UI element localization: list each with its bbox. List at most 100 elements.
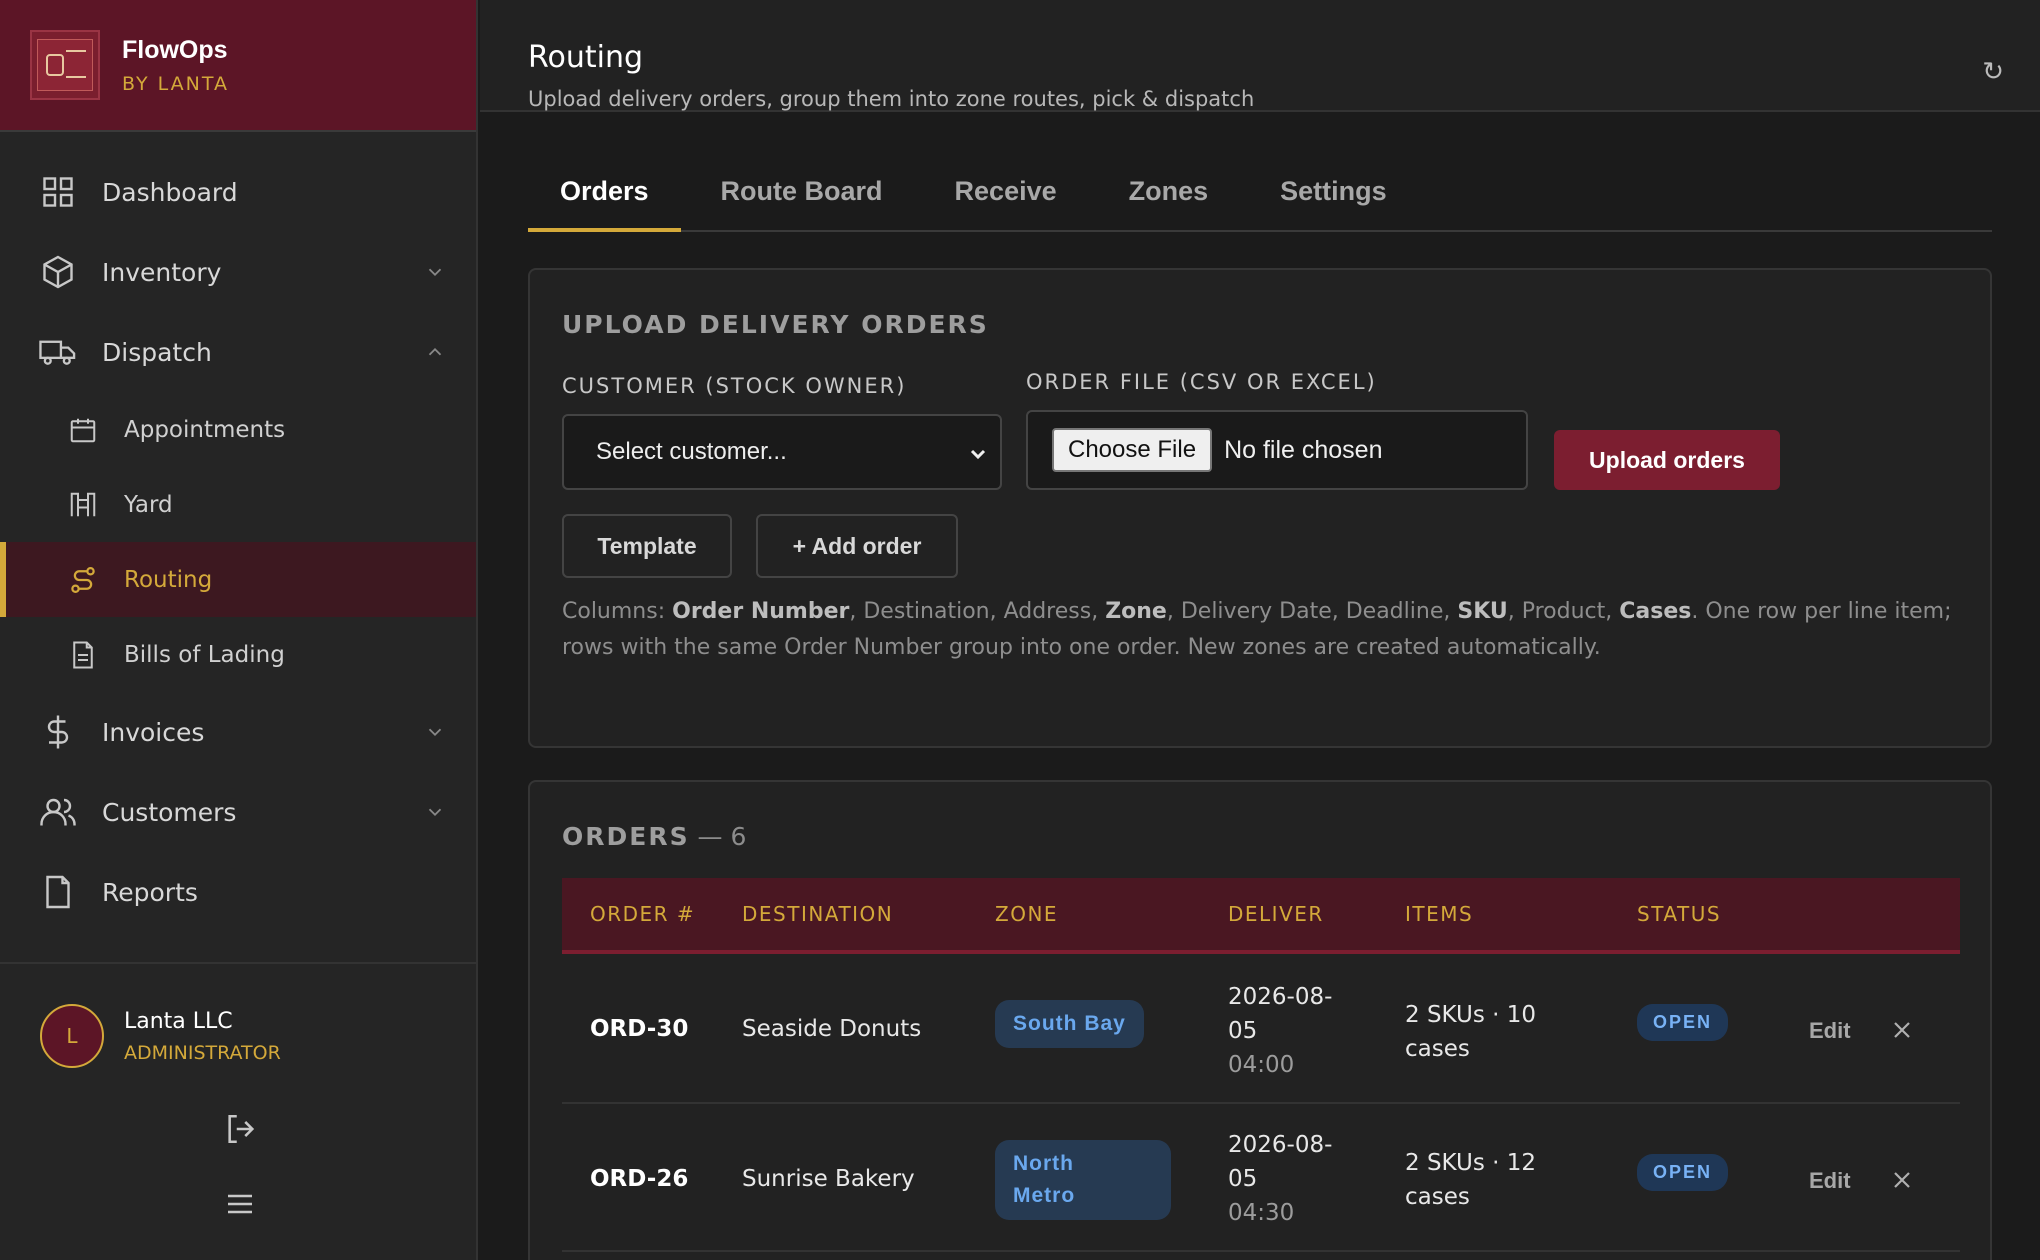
items-summary: 2 SKUs · 12 cases xyxy=(1405,1150,1537,1210)
status-badge: OPEN xyxy=(1637,1154,1729,1191)
refresh-icon[interactable]: ↻ xyxy=(1982,56,2004,87)
zone-badge: North Metro xyxy=(995,1140,1171,1220)
tab-orders[interactable]: Orders xyxy=(528,162,681,232)
tab-zones[interactable]: Zones xyxy=(1097,162,1241,232)
nav-label: Yard xyxy=(124,491,173,518)
route-icon xyxy=(66,563,100,597)
file-icon xyxy=(38,872,78,912)
page-subtitle: Upload delivery orders, group them into … xyxy=(528,87,1255,111)
brand-name: FlowOps xyxy=(122,35,228,64)
column-header[interactable]: STATUS xyxy=(1637,902,1721,926)
order-number: ORD-30 xyxy=(590,1016,689,1042)
nav-menu: Dashboard Inventory Dispatch Appointment… xyxy=(0,132,476,932)
user-name: Lanta LLC xyxy=(124,1008,233,1034)
truck-icon xyxy=(38,332,78,372)
column-header[interactable]: DELIVER xyxy=(1228,902,1324,926)
brand-header[interactable]: FlowOps BY LANTA xyxy=(0,0,476,132)
destination: Sunrise Bakery xyxy=(742,1166,915,1192)
customer-select-value: Select customer... xyxy=(596,438,787,465)
box-icon xyxy=(38,252,78,292)
destination: Seaside Donuts xyxy=(742,1016,922,1042)
tab-route-board[interactable]: Route Board xyxy=(689,162,915,232)
nav-label: Customers xyxy=(102,797,237,827)
deliver-time: 04:00 xyxy=(1228,1052,1295,1078)
chevron-down-icon[interactable] xyxy=(424,800,446,829)
nav-item-bills-of-lading[interactable]: Bills of Lading xyxy=(0,617,476,692)
orders-table-header: ORDER # DESTINATION ZONE DELIVER ITEMS S… xyxy=(562,878,1960,954)
chevron-up-icon[interactable] xyxy=(424,340,446,369)
logo xyxy=(30,30,100,100)
orders-card: ORDERS — 6 ORDER # DESTINATION ZONE DELI… xyxy=(528,780,1992,1260)
nav-label: Invoices xyxy=(102,717,205,747)
column-header[interactable]: ZONE xyxy=(995,902,1058,926)
column-header[interactable]: DESTINATION xyxy=(742,902,893,926)
sidebar: FlowOps BY LANTA Dashboard Inventory Dis… xyxy=(0,0,478,1260)
users-icon xyxy=(38,792,78,832)
tab-receive[interactable]: Receive xyxy=(923,162,1089,232)
nav-item-routing[interactable]: Routing xyxy=(0,542,476,617)
dashboard-icon xyxy=(38,172,78,212)
order-file-input[interactable]: Choose File No file chosen xyxy=(1026,410,1528,490)
yard-icon xyxy=(66,488,100,522)
nav-item-reports[interactable]: Reports xyxy=(0,852,476,932)
customer-select[interactable]: Select customer... xyxy=(562,414,1002,490)
items-summary: 2 SKUs · 10 cases xyxy=(1405,1002,1537,1062)
document-icon xyxy=(66,638,100,672)
tab-settings[interactable]: Settings xyxy=(1248,162,1419,232)
logo-image xyxy=(37,39,93,91)
nav-item-dispatch[interactable]: Dispatch xyxy=(0,312,476,392)
edit-button[interactable]: Edit xyxy=(1809,1018,1851,1044)
dollar-icon xyxy=(38,712,78,752)
orders-title: ORDERS — 6 xyxy=(562,822,747,851)
tab-bar: Orders Route Board Receive Zones Setting… xyxy=(528,162,1992,232)
user-role: ADMINISTRATOR xyxy=(124,1041,281,1064)
menu-icon[interactable] xyxy=(224,1188,256,1225)
nav-item-inventory[interactable]: Inventory xyxy=(0,232,476,312)
deliver-date: 2026-08- 05 xyxy=(1228,1132,1333,1192)
nav-item-customers[interactable]: Customers xyxy=(0,772,476,852)
table-row[interactable]: ORD-26 Sunrise Bakery North Metro 2026-0… xyxy=(562,1104,1960,1252)
nav-label: Inventory xyxy=(102,257,222,287)
page-header: Routing Upload delivery orders, group th… xyxy=(480,0,2040,112)
nav-label: Dashboard xyxy=(102,177,238,207)
column-header[interactable]: ORDER # xyxy=(590,902,695,926)
column-header[interactable]: ITEMS xyxy=(1405,902,1473,926)
upload-title: UPLOAD DELIVERY ORDERS xyxy=(562,310,989,339)
chevron-down-icon[interactable] xyxy=(424,260,446,289)
logout-icon[interactable] xyxy=(224,1112,258,1151)
deliver-time: 04:30 xyxy=(1228,1200,1295,1226)
orders-count: — 6 xyxy=(689,822,747,851)
choose-file-button[interactable]: Choose File xyxy=(1052,428,1213,472)
file-status: No file chosen xyxy=(1224,435,1383,464)
nav-label: Dispatch xyxy=(102,337,212,367)
close-icon[interactable] xyxy=(1890,1168,1914,1197)
nav-item-invoices[interactable]: Invoices xyxy=(0,692,476,772)
user-panel: L Lanta LLC ADMINISTRATOR xyxy=(0,962,476,1260)
chevron-down-icon[interactable] xyxy=(424,720,446,749)
nav-item-yard[interactable]: Yard xyxy=(0,467,476,542)
avatar[interactable]: L xyxy=(40,1004,104,1068)
nav-label: Reports xyxy=(102,877,198,907)
nav-item-dashboard[interactable]: Dashboard xyxy=(0,152,476,232)
deliver-date: 2026-08- 05 xyxy=(1228,984,1333,1044)
template-button[interactable]: Template xyxy=(562,514,732,578)
chevron-down-icon xyxy=(966,442,990,473)
page-title: Routing xyxy=(528,40,644,75)
upload-card: UPLOAD DELIVERY ORDERS CUSTOMER (STOCK O… xyxy=(528,268,1992,748)
main-content: Routing Upload delivery orders, group th… xyxy=(480,0,2040,1260)
edit-button[interactable]: Edit xyxy=(1809,1168,1851,1194)
table-row[interactable]: ORD-30 Seaside Donuts South Bay 2026-08-… xyxy=(562,956,1960,1104)
order-number: ORD-26 xyxy=(590,1166,689,1192)
upload-help-text: Columns: Order Number, Destination, Addr… xyxy=(562,599,1952,660)
nav-item-appointments[interactable]: Appointments xyxy=(0,392,476,467)
nav-label: Routing xyxy=(124,566,213,593)
upload-orders-button[interactable]: Upload orders xyxy=(1554,430,1780,490)
close-icon[interactable] xyxy=(1890,1018,1914,1047)
status-badge: OPEN xyxy=(1637,1004,1729,1041)
nav-label: Appointments xyxy=(124,416,286,443)
file-label: ORDER FILE (CSV OR EXCEL) xyxy=(1026,370,1377,394)
nav-label: Bills of Lading xyxy=(124,641,285,668)
zone-badge: South Bay xyxy=(995,1000,1144,1048)
customer-label: CUSTOMER (STOCK OWNER) xyxy=(562,374,907,398)
add-order-button[interactable]: + Add order xyxy=(756,514,958,578)
